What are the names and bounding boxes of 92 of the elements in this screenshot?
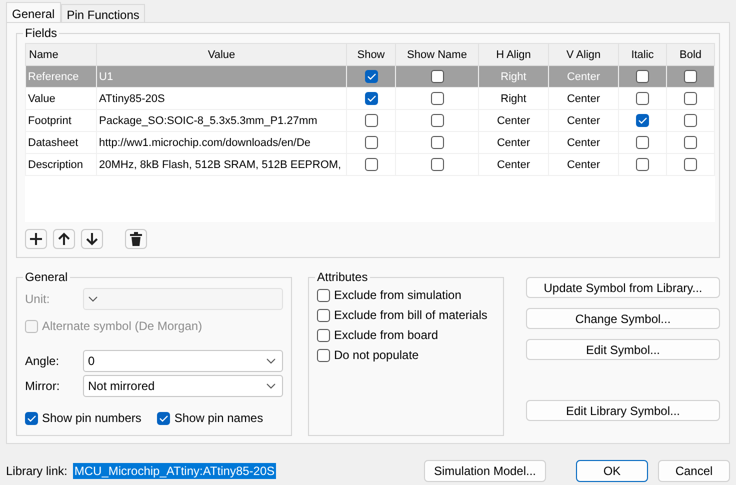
action-button[interactable]: Edit Symbol... xyxy=(526,339,720,360)
table-cell: Center xyxy=(548,66,618,88)
checkmark-icon xyxy=(366,73,376,80)
trash-icon xyxy=(130,232,142,246)
checkbox-label: Show pin names xyxy=(174,411,264,425)
checkbox[interactable] xyxy=(364,158,378,171)
action-button[interactable]: Change Symbol... xyxy=(526,308,720,329)
mirror-dropdown[interactable]: Not mirrored xyxy=(83,375,283,397)
table-cell: Center xyxy=(548,88,618,110)
table-cell: Center xyxy=(478,132,548,154)
delete-button[interactable] xyxy=(125,229,147,249)
checkbox[interactable] xyxy=(684,136,697,149)
checkbox[interactable] xyxy=(430,92,444,105)
column-header[interactable]: Bold xyxy=(666,44,714,66)
checkbox[interactable] xyxy=(430,70,444,83)
column-header[interactable]: Show Name xyxy=(396,44,478,66)
action-button[interactable]: Update Symbol from Library... xyxy=(526,277,720,298)
field-label: Mirror: xyxy=(25,379,61,393)
checkbox[interactable] xyxy=(684,114,697,127)
angle-dropdown[interactable]: 0 xyxy=(83,350,283,372)
column-header[interactable]: Show xyxy=(346,44,396,66)
checkbox[interactable] xyxy=(636,70,649,83)
chevron-down-icon xyxy=(88,296,98,302)
plus-icon xyxy=(29,232,43,246)
checkbox[interactable] xyxy=(364,136,378,149)
dialog-button[interactable]: OK xyxy=(576,460,648,482)
library-link-field[interactable]: MCU_Microchip_ATtiny:ATtiny85-20S xyxy=(73,463,276,479)
checkbox[interactable] xyxy=(684,92,697,105)
checkmark-icon xyxy=(366,95,376,102)
group-title: Fields xyxy=(23,26,60,40)
table-cell: Right xyxy=(478,66,548,88)
tab[interactable]: Pin Functions xyxy=(60,4,146,22)
checkbox[interactable] xyxy=(25,412,38,424)
table-cell: Right xyxy=(478,88,548,110)
action-button[interactable]: Edit Library Symbol... xyxy=(526,400,720,421)
chevron-down-icon xyxy=(266,383,276,389)
checkbox[interactable] xyxy=(430,158,444,171)
arrow-up-icon xyxy=(58,232,70,246)
field-label: Library link: xyxy=(6,464,68,478)
table-cell: U1 xyxy=(96,66,346,88)
checkbox[interactable] xyxy=(636,114,649,127)
checkbox-label: Do not populate xyxy=(334,348,419,362)
checkbox[interactable] xyxy=(317,288,330,302)
checkmark-icon xyxy=(27,414,36,422)
add-button[interactable] xyxy=(25,229,47,249)
checkbox[interactable] xyxy=(317,328,330,342)
table-cell: Center xyxy=(548,110,618,132)
table-cell: Reference xyxy=(26,66,96,88)
chevron-down-icon xyxy=(266,358,276,364)
column-header[interactable]: V Align xyxy=(548,44,618,66)
move-up-button[interactable] xyxy=(53,229,75,249)
column-header[interactable]: Name xyxy=(26,44,96,66)
table-cell: Center xyxy=(478,110,548,132)
table-cell: Package_SO:SOIC-8_5.3x5.3mm_P1.27mm xyxy=(96,110,346,132)
table-cell: Datasheet xyxy=(26,132,96,154)
checkbox[interactable] xyxy=(317,308,330,322)
column-header[interactable]: Italic xyxy=(618,44,666,66)
checkbox[interactable] xyxy=(364,114,378,127)
dialog-button[interactable]: Cancel xyxy=(658,460,730,482)
checkbox[interactable] xyxy=(636,136,649,149)
checkbox-label: Exclude from board xyxy=(334,328,438,342)
arrow-down-icon xyxy=(86,232,98,246)
checkbox[interactable] xyxy=(684,70,697,83)
group-title: General xyxy=(23,270,70,284)
checkbox[interactable] xyxy=(317,348,330,362)
table-cell: Center xyxy=(548,132,618,154)
field-label: Unit: xyxy=(25,292,51,306)
checkbox[interactable] xyxy=(430,136,444,149)
checkbox[interactable] xyxy=(684,158,697,171)
column-header[interactable]: H Align xyxy=(478,44,548,66)
group-title: Attributes xyxy=(315,270,370,284)
column-header[interactable]: Value xyxy=(96,44,346,66)
checkbox[interactable] xyxy=(364,92,378,105)
checkbox[interactable] xyxy=(636,158,649,171)
checkbox-label: Show pin numbers xyxy=(42,411,142,425)
table-cell: Footprint xyxy=(26,110,96,132)
checkbox[interactable] xyxy=(364,70,378,83)
checkbox-label: Alternate symbol (De Morgan) xyxy=(42,319,202,333)
table-cell: Value xyxy=(26,88,96,110)
table-cell: http://ww1.microchip.com/downloads/en/De xyxy=(96,132,346,154)
checkmark-icon xyxy=(159,414,168,422)
checkbox-label: Exclude from simulation xyxy=(334,288,462,302)
checkbox[interactable] xyxy=(636,92,649,105)
field-label: Angle: xyxy=(25,354,60,368)
checkbox-label: Exclude from bill of materials xyxy=(334,308,488,322)
dialog-button[interactable]: Simulation Model... xyxy=(424,460,546,482)
checkbox[interactable] xyxy=(157,412,170,424)
checkmark-icon xyxy=(638,117,647,124)
tab[interactable]: General xyxy=(6,2,61,22)
move-down-button[interactable] xyxy=(81,229,103,249)
table-cell: ATtiny85-20S xyxy=(96,88,346,110)
checkbox[interactable] xyxy=(430,114,444,127)
